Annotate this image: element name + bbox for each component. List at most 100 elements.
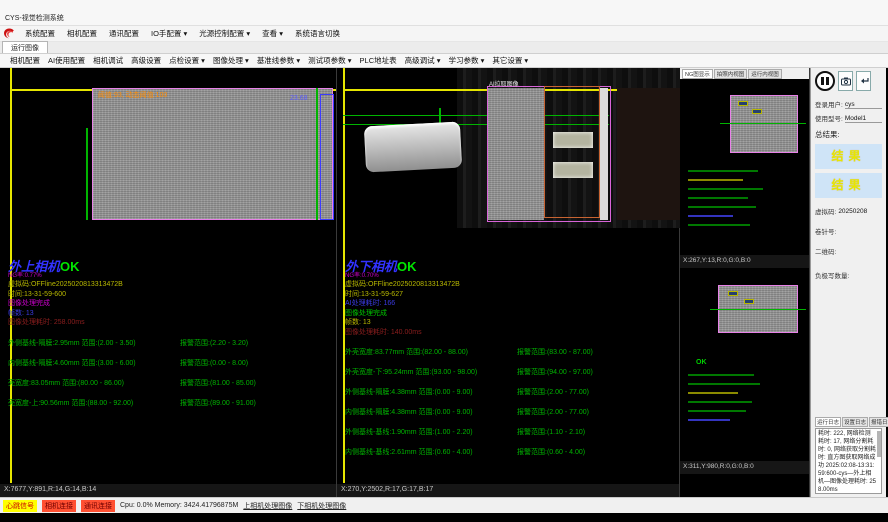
menu-item-language-switch[interactable]: 系统语言切换 [290, 27, 345, 40]
gripper-object [364, 122, 462, 173]
toolbar-spot-check[interactable]: 点检设置 ▾ [165, 54, 209, 67]
measure-row: 壳宽度:83.05mm 范围:(80.00 - 86.00)报警范围:(81.0… [8, 378, 332, 388]
toolbar-test-item-params[interactable]: 测试项参数 ▾ [304, 54, 355, 67]
total-result-label: 总结果: [815, 129, 882, 140]
result-ok-label: OK [397, 259, 417, 274]
thumb-measure-line [710, 309, 806, 310]
tab-settings-log[interactable]: 设置日志 [842, 417, 868, 427]
result-box-lower: 结果 [815, 173, 882, 198]
thumb-text-lines [680, 367, 789, 421]
toolbar-ai-usage-config[interactable]: AI使用配置 [44, 54, 89, 67]
menu-item-camera-config[interactable]: 相机配置 [62, 27, 102, 40]
tab-ng-image[interactable]: NG图显示 [682, 69, 713, 79]
tab-run-image[interactable]: 运行图像 [2, 41, 48, 53]
menu-item-system-config[interactable]: 系统配置 [20, 27, 60, 40]
upper-camera-view[interactable]: 阈值:93, 动态阈值:100 23.68 外上相机OK NG率:0.77% 虚… [0, 68, 337, 497]
elapsed-text: 图像处理耗时: 258.00ms [8, 318, 332, 328]
virtual-code-text: 虚拟码:OFFline2025020813313472B [8, 280, 332, 290]
return-arrow-icon [859, 77, 869, 86]
camera-name-label: 外上相机 [8, 259, 60, 274]
log-output[interactable]: 耗时: 222, 网络检测耗时: 17, 网络分割耗时: 0, 网络获取分割耗时… [815, 428, 882, 494]
measure-line-right [316, 88, 318, 220]
frame-count-text: 帧数: 13 [345, 318, 675, 328]
menu-item-io-config[interactable]: IO手配置 ▾ [146, 27, 192, 40]
toolbar-baseline-params[interactable]: 基准线参数 ▾ [253, 54, 304, 67]
measure-line-left [86, 128, 88, 220]
glow-strip-1 [553, 132, 593, 148]
app-window: CYS-视觉检测系统 系统配置 相机配置 通讯配置 IO手配置 ▾ 光源控制配置… [0, 0, 888, 522]
model-field: 使用型号: Model1 [815, 113, 882, 123]
tab-run-view[interactable]: 运行内视图 [748, 69, 782, 79]
panel-spacer [815, 280, 882, 417]
control-buttons [815, 71, 882, 91]
pause-button[interactable] [815, 71, 835, 91]
login-user-value: cys [845, 101, 882, 109]
camera-icon [841, 77, 851, 86]
tab-error-log[interactable]: 报错日志 [869, 417, 888, 427]
toolbar-plc-address-table[interactable]: PLC地址表 [356, 54, 401, 67]
thumb-label-chip [752, 109, 762, 114]
bright-edge-bar [600, 88, 608, 220]
process-done-text: 图像处理完成 [8, 299, 332, 309]
ai-overlay-label: AI拉取图像 [489, 79, 519, 88]
exit-button[interactable] [856, 71, 871, 91]
upper-camera-results: 外上相机OK NG率:0.77% 虚拟码:OFFline202502081331… [8, 260, 332, 408]
qrcode-field: 二维码: [815, 246, 882, 256]
measure-row: 外侧基线-隔膜:2.95mm 范围:(2.00 - 3.50)报警范围:(2.2… [8, 338, 332, 348]
log-text: 耗时: 222, 网络检测耗时: 17, 网络分割耗时: 0, 网络获取分割耗时… [818, 431, 876, 493]
menu-bar: 系统配置 相机配置 通讯配置 IO手配置 ▾ 光源控制配置 ▾ 查看 ▾ 系统语… [0, 26, 888, 42]
toolbar-camera-debug[interactable]: 相机调试 [89, 54, 127, 67]
product-image-region [488, 88, 544, 220]
lower-camera-image-link[interactable]: 下相机处理图像 [297, 501, 346, 511]
log-scrollbar[interactable] [877, 431, 881, 457]
blue-roi-box [320, 94, 334, 220]
toolbar-camera-config[interactable]: 相机配置 [6, 54, 44, 67]
frame-count-text: 帧数: 13 [8, 309, 332, 319]
result-ok-label: OK [60, 259, 80, 274]
thumb-label-chip [744, 299, 754, 304]
title-bar: CYS-视觉检测系统 [0, 0, 888, 26]
log-tabs: 运行日志 设置日志 报错日志 [815, 417, 882, 427]
thumbnail-view-1[interactable]: X:267,Y:13,R:0,G:0,B:0 [680, 79, 809, 268]
toolbar-advanced-settings[interactable]: 高级设置 [127, 54, 165, 67]
measure-row: 外侧基线-隔膜:4.38mm 范围:(0.00 - 9.00)报警范围:(2.0… [345, 387, 675, 397]
toolbar-other-settings[interactable]: 其它设置 ▾ [488, 54, 532, 67]
desktop-background [0, 513, 888, 522]
model-value: Model1 [845, 115, 882, 123]
menu-item-view[interactable]: 查看 ▾ [257, 27, 288, 40]
menu-item-light-control[interactable]: 光源控制配置 ▾ [194, 27, 255, 40]
virtual-code-value: 20250208 [838, 208, 882, 216]
virtual-code-field: 虚拟码: 20250208 [815, 206, 882, 216]
upper-camera-cursor-status: X:7677,Y:891,R:14,G:14,B:14 [0, 484, 336, 497]
ai-detect-box [544, 86, 600, 218]
toolbar: 相机配置 AI使用配置 相机调试 高级设置 点检设置 ▾ 图像处理 ▾ 基准线参… [0, 54, 888, 68]
tab-run-log[interactable]: 运行日志 [815, 417, 841, 427]
toolbar-advanced-debug[interactable]: 高级调试 ▾ [401, 54, 445, 67]
login-user-field: 登录用户: cys [815, 99, 882, 109]
toolbar-learning-params[interactable]: 学习参数 ▾ [444, 54, 488, 67]
thumbnail-tabs: NG图显示 拍照内视图 运行内视图 [680, 68, 809, 79]
process-done-text: 图像处理完成 [345, 309, 675, 319]
info-panel: 登录用户: cys 使用型号: Model1 总结果: 结果 结果 虚拟码: 2… [810, 68, 886, 497]
window-title: CYS-视觉检测系统 [5, 13, 64, 23]
qrcode-label: 二维码: [815, 246, 836, 256]
tab-capture-view[interactable]: 拍照内视图 [714, 69, 748, 79]
camera-button[interactable] [838, 71, 853, 91]
thumbnail-view-2[interactable]: OK X:311,Y:980,R:0,G:0,B:0 [680, 271, 809, 474]
lower-camera-view[interactable]: AI拉取图像 外下相机OK NG率:0.70% 虚拟码:OFFline20250… [337, 68, 680, 497]
lower-camera-cursor-status: X:270,Y:2502,R:17,G:17,B:17 [337, 484, 679, 497]
model-label: 使用型号: [815, 113, 843, 123]
upper-camera-image-link[interactable]: 上相机处理图像 [243, 501, 292, 511]
cpu-memory-text: Cpu: 0.0% Memory: 3424.41796875M [120, 502, 238, 509]
thumb-label-chip [738, 101, 748, 106]
menu-item-comm-config[interactable]: 通讯配置 [104, 27, 144, 40]
measure-row: 外壳宽度:83.77mm 范围:(82.00 - 88.00)报警范围:(83.… [345, 347, 675, 357]
ng-rate-text: NG率:0.77% [8, 273, 332, 280]
main-content: 阈值:93, 动态阈值:100 23.68 外上相机OK NG率:0.77% 虚… [0, 68, 888, 497]
thumb-measure-line [720, 123, 806, 124]
blue-measure-value: 23.68 [290, 95, 308, 102]
heartbeat-indicator: 心跳信号 [3, 500, 37, 512]
anode-count-field: 负极写数量: [815, 270, 882, 280]
scene-dark-region [617, 88, 680, 220]
toolbar-image-processing[interactable]: 图像处理 ▾ [209, 54, 253, 67]
